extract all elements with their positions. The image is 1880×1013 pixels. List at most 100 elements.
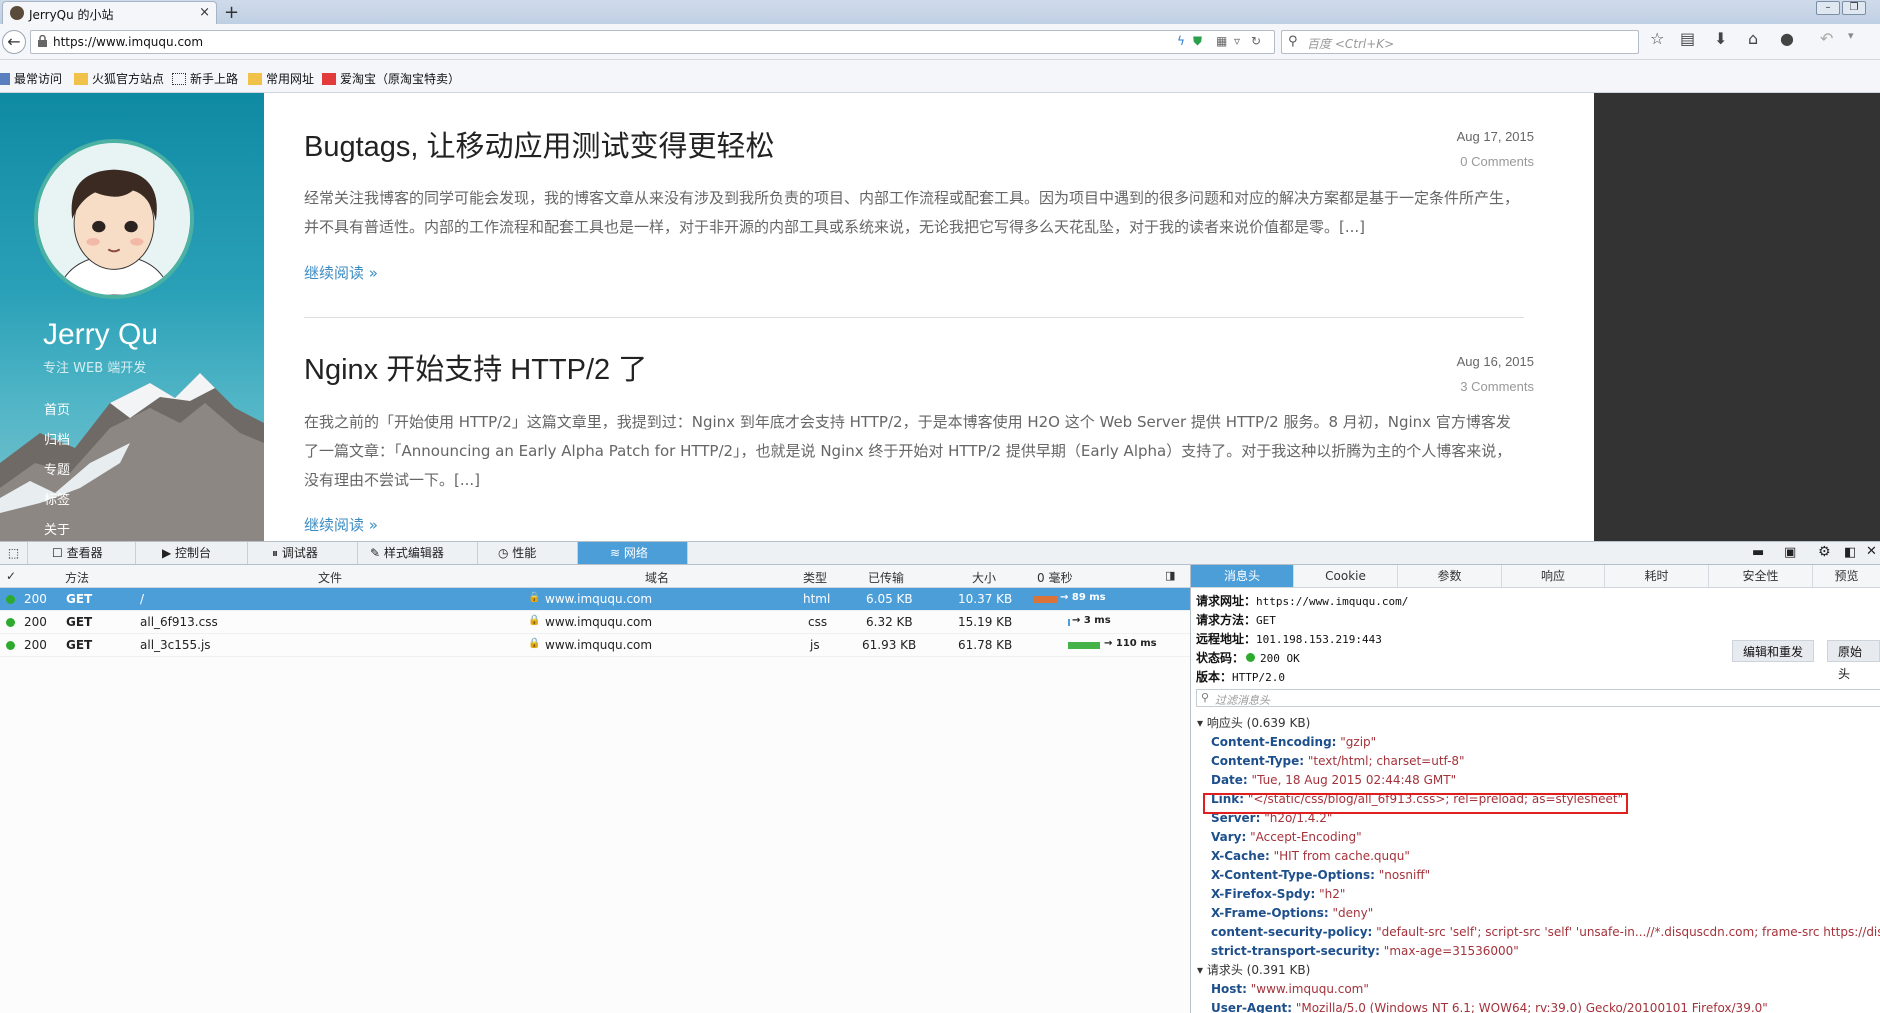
edit-resend-button[interactable]: 编辑和重发 [1732, 640, 1815, 662]
table-row[interactable]: 200 GET / 🔒 www.imququ.com html 6.05 KB … [0, 588, 1190, 611]
bookmark-label: 最常访问 [14, 72, 63, 86]
table-row[interactable]: 200 GET all_3c155.js 🔒 www.imququ.com js… [0, 634, 1190, 657]
home-icon[interactable]: ⌂ [1748, 29, 1758, 48]
bookmark-getting-started[interactable]: 新手上路 [172, 70, 238, 87]
tool-debugger[interactable]: ⏸ 调试器 [248, 542, 358, 564]
table-row[interactable]: 200 GET all_6f913.css 🔒 www.imququ.com c… [0, 611, 1190, 634]
bookmark-most-visited[interactable]: 最常访问 [0, 70, 62, 87]
collapse-panel-icon[interactable]: ◨ [1165, 569, 1175, 582]
bookmarks-toolbar: 最常访问 火狐官方站点 新手上路 常用网址 爱淘宝（原淘宝特卖） [0, 60, 1880, 93]
blog-name[interactable]: Jerry Qu [43, 318, 158, 352]
sidebar-item-topics[interactable]: 专题 [44, 459, 70, 478]
lock-icon: 🔒 [528, 592, 541, 603]
tool-inspector[interactable]: ☐ 查看器 [28, 542, 136, 564]
tab-headers[interactable]: 消息头 [1191, 565, 1294, 587]
blog-main: Bugtags, 让移动应用测试变得更轻松 Aug 17, 2015 0 Com… [264, 93, 1594, 541]
header-row[interactable]: Vary: "Accept-Encoding" [1211, 830, 1362, 844]
lightning-icon[interactable]: ϟ [1177, 34, 1185, 48]
chat-icon[interactable]: ● [1780, 29, 1794, 48]
sidebar-item-about[interactable]: 关于 [44, 519, 70, 538]
header-row[interactable]: User-Agent: "Mozilla/5.0 (Windows NT 6.1… [1211, 1001, 1768, 1013]
post-comments-link[interactable]: 3 Comments [1460, 379, 1534, 394]
post-title[interactable]: Nginx 开始支持 HTTP/2 了 [304, 346, 647, 388]
gear-icon[interactable]: ⚙ [1818, 544, 1831, 560]
tab-cookie[interactable]: Cookie [1294, 565, 1398, 587]
post-title[interactable]: Bugtags, 让移动应用测试变得更轻松 [304, 123, 775, 165]
restore-icon[interactable]: ❐ [1842, 1, 1866, 15]
column-type[interactable]: 类型 [803, 569, 827, 586]
read-more-link[interactable]: 继续阅读 » [304, 262, 378, 283]
summary-method: 请求方法：GET [1196, 611, 1276, 628]
qr-code-icon[interactable]: ▦ [1216, 34, 1227, 48]
header-row[interactable]: content-security-policy: "default-src 's… [1211, 925, 1880, 939]
tab-params[interactable]: 参数 [1398, 565, 1502, 587]
tool-network[interactable]: ≋ 网络 [578, 542, 688, 564]
overflow-menu-icon[interactable]: ▾ [1848, 29, 1854, 42]
new-tab-button[interactable]: + [224, 2, 239, 23]
header-row[interactable]: X-Firefox-Spdy: "h2" [1211, 887, 1345, 901]
bookmark-aitaobao[interactable]: 爱淘宝（原淘宝特卖） [322, 70, 460, 87]
column-method[interactable]: 方法 [65, 569, 89, 586]
header-row[interactable]: strict-transport-security: "max-age=3153… [1211, 944, 1519, 958]
column-status[interactable]: ✓ [6, 569, 16, 583]
header-row[interactable]: X-Content-Type-Options: "nosniff" [1211, 868, 1430, 882]
close-tab-icon[interactable]: × [199, 5, 210, 20]
tool-style-editor[interactable]: ✎ 样式编辑器 [358, 542, 478, 564]
header-value: "Mozilla/5.0 (Windows NT 6.1; WOW64; rv:… [1292, 1001, 1768, 1013]
taobao-icon [322, 73, 336, 85]
raw-headers-button[interactable]: 原始头 [1827, 640, 1880, 681]
url-text[interactable]: https://www.imququ.com [53, 35, 203, 49]
sidebar-item-archive[interactable]: 归档 [44, 429, 70, 448]
reading-list-icon[interactable]: ▤ [1680, 29, 1695, 48]
header-row[interactable]: Host: "www.imququ.com" [1211, 982, 1369, 996]
response-headers-section[interactable]: ▾ 响应头 (0.639 KB) [1197, 714, 1310, 731]
shield-icon[interactable]: ⛊ [1193, 34, 1202, 49]
reload-icon[interactable]: ↻ [1251, 34, 1261, 48]
dock-bottom-icon[interactable]: ▬ [1752, 545, 1764, 560]
read-more-link[interactable]: 继续阅读 » [304, 514, 378, 535]
tool-console[interactable]: ▶ 控制台 [136, 542, 248, 564]
tab-preview[interactable]: 预览 [1813, 565, 1880, 587]
column-file[interactable]: 文件 [318, 569, 342, 586]
bookmark-firefox-site[interactable]: 火狐官方站点 [74, 70, 164, 87]
filter-headers-input[interactable]: ⚲ 过滤消息头 [1196, 689, 1880, 707]
header-row[interactable]: Content-Type: "text/html; charset=utf-8" [1211, 754, 1465, 768]
element-picker-icon[interactable]: ⬚ [0, 542, 28, 564]
avatar[interactable] [34, 139, 194, 299]
column-transferred[interactable]: 已传输 [868, 569, 904, 586]
download-icon[interactable]: ⬇ [1714, 29, 1727, 48]
minimize-icon[interactable]: – [1816, 1, 1840, 15]
summary-label: 请求网址： [1196, 594, 1257, 608]
header-row[interactable]: X-Cache: "HIT from cache.ququ" [1211, 849, 1410, 863]
tab-security[interactable]: 安全性 [1709, 565, 1813, 587]
sidebar-item-home[interactable]: 首页 [44, 399, 70, 418]
post-divider [304, 317, 1524, 318]
header-row[interactable]: Content-Encoding: "gzip" [1211, 735, 1376, 749]
column-size[interactable]: 大小 [972, 569, 996, 586]
column-timeline[interactable]: 0 毫秒 [1037, 569, 1072, 586]
split-console-icon[interactable]: ▣ [1784, 545, 1796, 560]
status-dot-icon [6, 641, 15, 650]
tool-performance[interactable]: ◷ 性能 [478, 542, 578, 564]
tab-timings[interactable]: 耗时 [1605, 565, 1709, 587]
close-icon[interactable]: ✕ [1866, 544, 1877, 559]
dock-side-icon[interactable]: ◧ [1844, 545, 1856, 560]
dropdown-icon[interactable]: ▿ [1234, 34, 1240, 48]
search-bar[interactable]: ⚲ 百度 <Ctrl+K> [1281, 30, 1639, 54]
tab-response[interactable]: 响应 [1502, 565, 1605, 587]
header-row[interactable]: Date: "Tue, 18 Aug 2015 02:44:48 GMT" [1211, 773, 1456, 787]
bookmark-common-sites[interactable]: 常用网址 [248, 70, 314, 87]
search-icon: ⚲ [1288, 34, 1298, 49]
request-domain: www.imququ.com [545, 638, 653, 652]
bookmark-star-icon[interactable]: ☆ [1650, 29, 1664, 48]
back-button[interactable]: ← [2, 30, 26, 54]
url-bar[interactable]: https://www.imququ.com ϟ ⛊ ▦ ▿ ↻ [30, 30, 1275, 54]
sidebar-item-tags[interactable]: 标签 [44, 489, 70, 508]
request-headers-section[interactable]: ▾ 请求头 (0.391 KB) [1197, 961, 1310, 978]
post-comments-link[interactable]: 0 Comments [1460, 154, 1534, 169]
undo-icon[interactable]: ↶ [1820, 29, 1833, 48]
header-value: "deny" [1328, 906, 1374, 920]
browser-tab[interactable]: JerryQu 的小站 × [2, 1, 217, 24]
column-domain[interactable]: 域名 [645, 569, 669, 586]
header-row[interactable]: X-Frame-Options: "deny" [1211, 906, 1373, 920]
